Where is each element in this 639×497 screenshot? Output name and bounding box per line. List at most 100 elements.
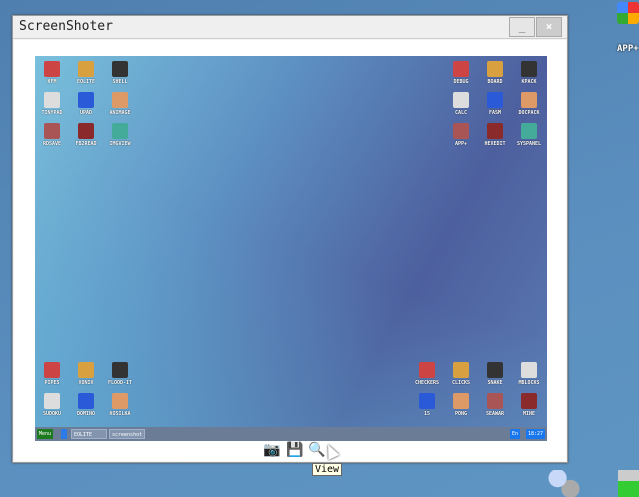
shortcut-label: SEAWAR: [485, 411, 505, 417]
shortcut-label: TINYPAD: [41, 110, 63, 116]
desktop-shortcut: ANIMAGE: [103, 92, 137, 116]
lang-indicator: En: [510, 429, 521, 439]
app-icon: [44, 92, 60, 108]
shortcut-label: KPACK: [521, 79, 537, 85]
app-icon: [44, 123, 60, 139]
shortcut-label: BOARD: [487, 79, 503, 85]
window-title: ScreenShoter: [19, 19, 113, 34]
clicks-icon[interactable]: [618, 470, 639, 497]
app-icon: [419, 362, 435, 378]
desktop-shortcut: MBLOCKS: [512, 362, 546, 386]
desktop-shortcut: XONIX: [69, 362, 103, 386]
app-icon: [487, 92, 503, 108]
desktop-shortcut: PIPES: [35, 362, 69, 386]
close-button[interactable]: ×: [536, 17, 562, 37]
screenshoter-window: ScreenShoter _ × Menu EOLITE screenshot …: [12, 15, 568, 463]
shortcut-label: SUDOKU: [42, 411, 62, 417]
desktop-shortcut: SHELL: [103, 61, 137, 85]
app-icon: [419, 393, 435, 409]
clock: 18:27: [526, 429, 546, 439]
shortcut-label: 15: [423, 411, 431, 417]
shortcut-label: DOCPACK: [518, 110, 540, 116]
desktop-shortcut: APP+: [444, 123, 478, 147]
desktop-shortcut: CHECKERS: [410, 362, 444, 386]
tooltip: View: [312, 463, 343, 476]
shortcut-label: PIPES: [44, 380, 60, 386]
app-icon: [112, 393, 128, 409]
app-icon: [78, 123, 94, 139]
shortcut-label: IMGVIEW: [109, 141, 131, 147]
shortcut-label: CLICKS: [451, 380, 471, 386]
shortcut-label: MBLOCKS: [518, 380, 540, 386]
desktop-shortcut: MINE: [512, 393, 546, 417]
title-bar[interactable]: ScreenShoter _ ×: [13, 16, 567, 39]
app-icon: [78, 393, 94, 409]
app-icon: [487, 393, 503, 409]
task-eolite: EOLITE: [71, 429, 107, 439]
app-icon: [453, 123, 469, 139]
app-icon: [44, 393, 60, 409]
app-icon: [487, 61, 503, 77]
app-icon: [521, 61, 537, 77]
desktop-shortcut: BOARD: [478, 61, 512, 85]
save-icon[interactable]: 💾: [286, 441, 304, 459]
shortcut-label: FLOOD-IT: [107, 380, 133, 386]
desktop-shortcut: SNAKE: [478, 362, 512, 386]
desktop-shortcut: 15: [410, 393, 444, 417]
app-icon: [112, 362, 128, 378]
desktop-shortcut: KPACK: [512, 61, 546, 85]
shortcut-label: KFM: [47, 79, 57, 85]
desktop-shortcut: IMGVIEW: [103, 123, 137, 147]
app-icon: [521, 393, 537, 409]
app-icon: [487, 362, 503, 378]
desktop-icon-app-plus[interactable]: APP+: [617, 2, 639, 54]
desktop-shortcut: TINYPAD: [35, 92, 69, 116]
app-icon: [44, 61, 60, 77]
shortcut-label: SHELL: [112, 79, 128, 85]
desktop-shortcut: DEBUG: [444, 61, 478, 85]
shortcut-label: KOSILKA: [109, 411, 131, 417]
app-icon: [521, 92, 537, 108]
app-icon: [78, 362, 94, 378]
desktop-shortcut: SEAWAR: [478, 393, 512, 417]
shortcut-label: PONG: [454, 411, 468, 417]
shortcut-label: SNAKE: [487, 380, 503, 386]
shortcut-label: CALC: [454, 110, 468, 116]
desktop-shortcut: FASM: [478, 92, 512, 116]
task-screenshot: screenshot: [109, 429, 145, 439]
checkers-icon[interactable]: [548, 470, 580, 497]
desktop-shortcut: KFM: [35, 61, 69, 85]
shortcut-label: EOLITE: [76, 79, 96, 85]
desktop-shortcut: FLOOD-IT: [103, 362, 137, 386]
desktop-icon-label: APP+: [617, 44, 639, 54]
desktop-shortcut: DOCPACK: [512, 92, 546, 116]
shortcut-label: SYSPANEL: [516, 141, 542, 147]
camera-icon[interactable]: 📷: [263, 441, 281, 459]
window-content: Menu EOLITE screenshot En 18:27 KFM EOLIT…: [14, 40, 566, 461]
desktop-shortcut: CALC: [444, 92, 478, 116]
shortcut-label: FASM: [488, 110, 502, 116]
shortcut-label: ANIMAGE: [109, 110, 131, 116]
minimize-button[interactable]: _: [509, 17, 535, 37]
app-icon: [453, 92, 469, 108]
shortcut-label: DEBUG: [453, 79, 469, 85]
desktop-shortcut: SUDOKU: [35, 393, 69, 417]
taskbar: Menu EOLITE screenshot En 18:27: [35, 427, 547, 441]
app-icon: [78, 61, 94, 77]
desktop-shortcut: KOSILKA: [103, 393, 137, 417]
app-icon: [453, 61, 469, 77]
desktop-shortcut: UPAD: [69, 92, 103, 116]
app-icon: [44, 362, 60, 378]
shortcut-label: DOMINO: [76, 411, 96, 417]
desktop-shortcut: SYSPANEL: [512, 123, 546, 147]
shortcut-label: XONIX: [78, 380, 94, 386]
desktop-shortcut: RDSAVE: [35, 123, 69, 147]
shortcut-label: CHECKERS: [414, 380, 440, 386]
shortcut-label: UPAD: [79, 110, 93, 116]
shortcut-label: RDSAVE: [42, 141, 62, 147]
desktop-shortcut: HEXEDIT: [478, 123, 512, 147]
desktop-shortcut: FB2READ: [69, 123, 103, 147]
app-icon: [453, 393, 469, 409]
shortcut-label: APP+: [454, 141, 468, 147]
screenshot-preview: Menu EOLITE screenshot En 18:27 KFM EOLIT…: [35, 56, 547, 441]
